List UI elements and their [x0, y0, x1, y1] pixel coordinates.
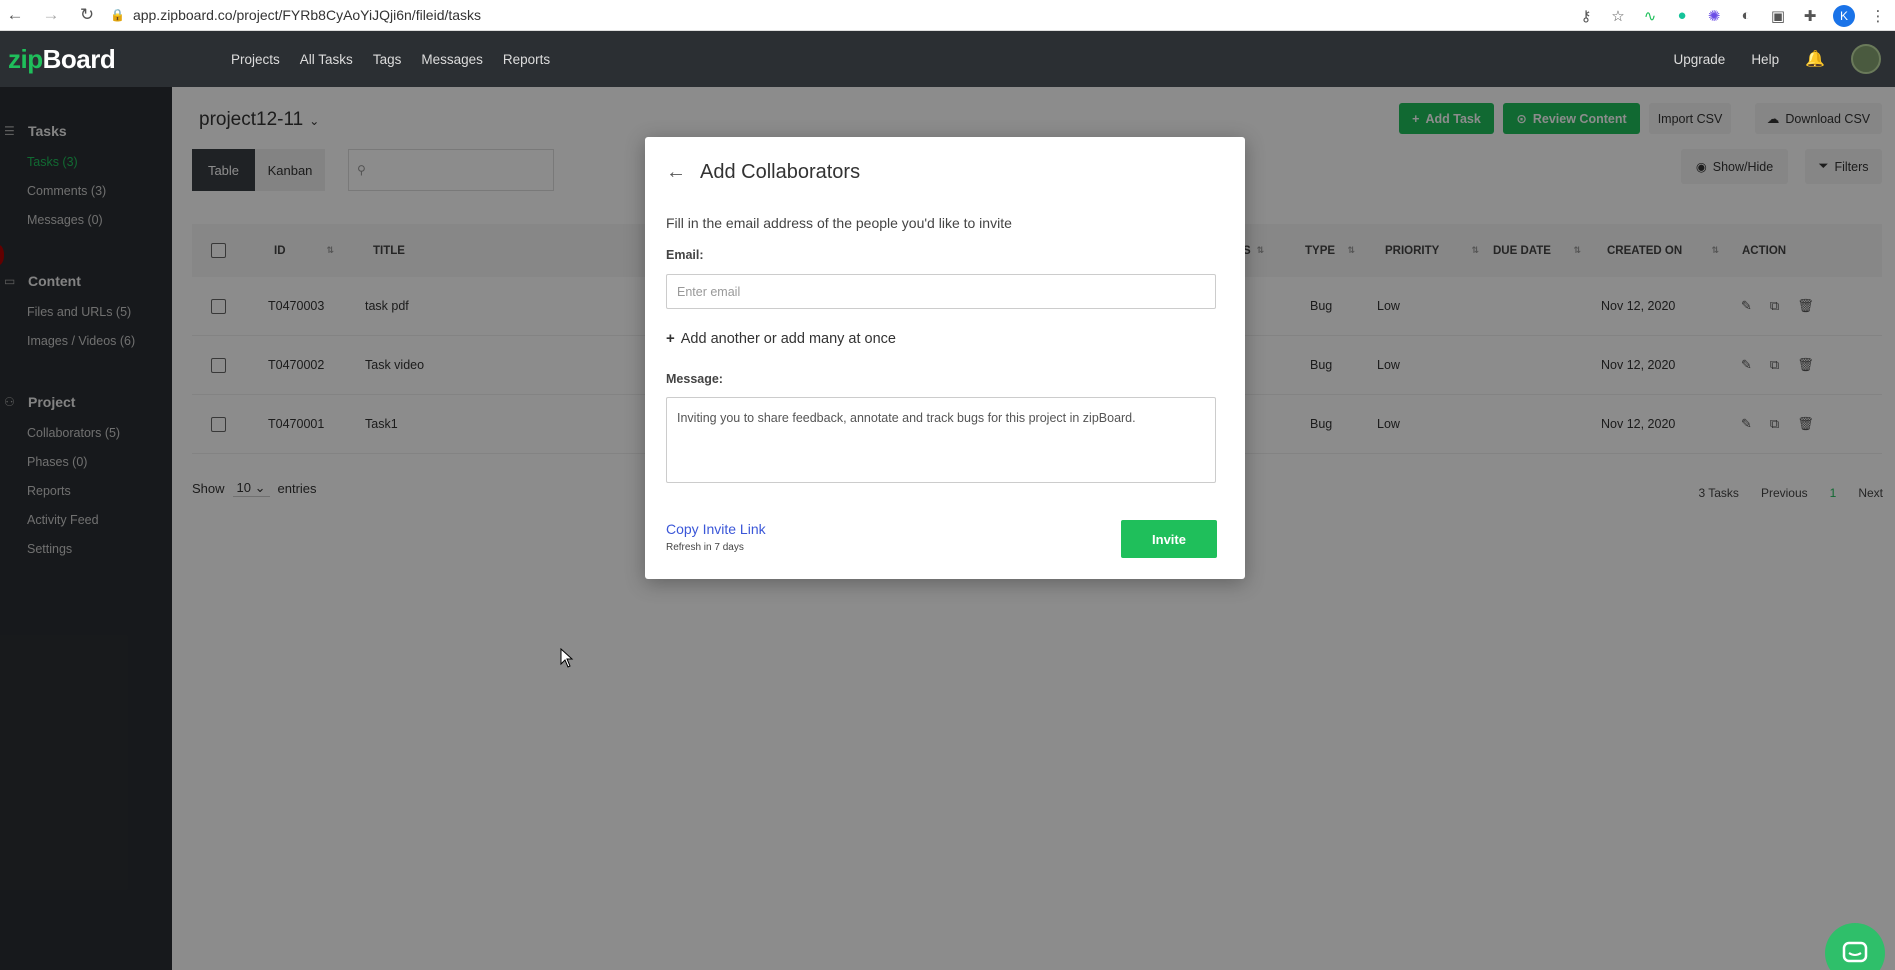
zipboard-logo[interactable]: zipBoard: [8, 44, 116, 75]
email-label: Email:: [666, 248, 704, 262]
plus-icon: +: [666, 330, 675, 347]
extension-icon[interactable]: ∿: [1641, 7, 1659, 25]
add-collaborators-modal: ← Add Collaborators Fill in the email ad…: [645, 137, 1245, 579]
message-field[interactable]: Inviting you to share feedback, annotate…: [666, 397, 1216, 483]
browser-toolbar: ← → ↻ 🔒 app.zipboard.co/project/FYRb8CyA…: [0, 0, 1895, 31]
add-another-link[interactable]: + Add another or add many at once: [666, 330, 896, 347]
more-menu-icon[interactable]: ⋮: [1869, 7, 1887, 25]
modal-header: ← Add Collaborators: [666, 161, 860, 184]
extension-icon[interactable]: ◐: [1737, 7, 1755, 24]
upgrade-link[interactable]: Upgrade: [1674, 52, 1726, 67]
address-bar[interactable]: 🔒 app.zipboard.co/project/FYRb8CyAoYiJQj…: [110, 7, 481, 23]
app-header: zipBoard Projects All Tasks Tags Message…: [0, 31, 1895, 87]
key-icon[interactable]: ⚷: [1577, 7, 1595, 25]
nav-projects[interactable]: Projects: [231, 52, 280, 67]
reload-icon[interactable]: ↻: [76, 5, 98, 25]
refresh-note: Refresh in 7 days: [666, 542, 744, 553]
forward-arrow-icon[interactable]: →: [40, 5, 62, 25]
help-link[interactable]: Help: [1751, 52, 1779, 67]
back-arrow-icon[interactable]: ←: [4, 5, 26, 25]
nav-reports[interactable]: Reports: [503, 52, 550, 67]
back-arrow-icon[interactable]: ←: [666, 161, 686, 184]
extension-icon[interactable]: ▣: [1769, 7, 1787, 25]
copy-invite-link[interactable]: Copy Invite Link: [666, 521, 766, 537]
puzzle-icon[interactable]: ✚: [1801, 7, 1819, 25]
invite-button[interactable]: Invite: [1121, 520, 1217, 558]
message-label: Message:: [666, 372, 723, 386]
modal-description: Fill in the email address of the people …: [666, 215, 1012, 231]
nav-all-tasks[interactable]: All Tasks: [300, 52, 353, 67]
chat-icon: [1842, 941, 1868, 963]
star-icon[interactable]: ☆: [1609, 7, 1627, 25]
main-nav: Projects All Tasks Tags Messages Reports: [231, 31, 550, 87]
profile-avatar[interactable]: K: [1833, 4, 1855, 27]
lock-icon: 🔒: [110, 8, 125, 22]
nav-tags[interactable]: Tags: [373, 52, 402, 67]
extension-icon[interactable]: ✺: [1705, 7, 1723, 25]
url-text: app.zipboard.co/project/FYRb8CyAoYiJQji6…: [132, 7, 482, 23]
nav-messages[interactable]: Messages: [421, 52, 483, 67]
modal-title: Add Collaborators: [700, 161, 861, 183]
user-avatar[interactable]: [1851, 44, 1881, 74]
bell-icon[interactable]: 🔔: [1805, 49, 1825, 69]
grammarly-icon[interactable]: ●: [1673, 7, 1691, 24]
email-field[interactable]: [666, 274, 1216, 309]
